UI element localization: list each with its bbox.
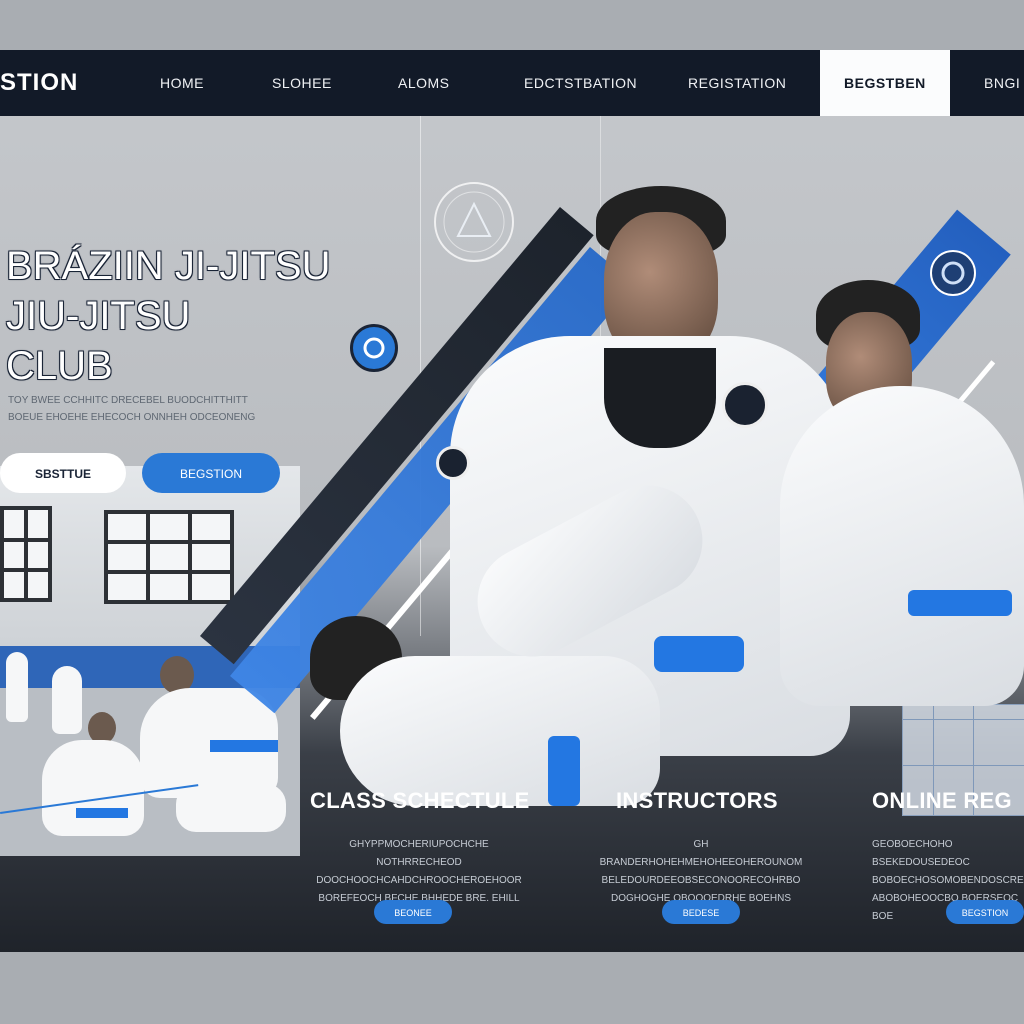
gi-patch-icon	[722, 382, 768, 428]
nav-item-home[interactable]: HOME	[160, 50, 204, 116]
card-class-schedule: CLASS SCHECTULE GHYPPMOCHERIUPOCHCHE NOT…	[306, 788, 546, 952]
card-online-registration: ONLINE REG GEOBOECHOHO BSEKEDOUSEDEOC BO…	[872, 788, 1024, 952]
nav-item-bngi[interactable]: BNGI	[984, 50, 1020, 116]
card-button[interactable]: BEGSTION	[946, 900, 1024, 924]
brand-logo[interactable]: STION	[0, 50, 78, 116]
hero-title-line: BRÁZIIN JI-JITSU	[6, 244, 331, 288]
instructor-belt	[210, 740, 278, 752]
emblem-icon	[434, 182, 514, 262]
hero-title-line: CLUB	[6, 344, 113, 388]
right-athlete-figure	[780, 386, 1024, 706]
card-title: CLASS SCHECTULE	[310, 788, 530, 813]
card-text-line: BELEDOURDEEOBSECONOORECOHRBO	[601, 875, 801, 886]
hero-title: BRÁZIIN JI-JITSU JIU-JITSU CLUB	[6, 241, 406, 391]
card-title: INSTRUCTORS	[616, 788, 778, 813]
hero-subtitle: TOY BWEE CCHHITC DRECEBEL BUODCHITTHITT …	[8, 392, 308, 426]
nav-item-aloms[interactable]: ALOMS	[398, 50, 450, 116]
nav-item-register-active[interactable]: BEGSTBEN	[820, 50, 950, 116]
hero-subtitle-line: TOY BWEE CCHHITC DRECEBEL BUODCHITTHITT	[8, 395, 248, 406]
hero-section: BRÁZIIN JI-JITSU JIU-JITSU CLUB TOY BWEE…	[0, 116, 1024, 856]
card-button[interactable]: BEONEE	[374, 900, 452, 924]
gym-window	[0, 506, 52, 602]
card-text-line: GHYPPMOCHERIUPOCHCHE NOTHRRECHEOD	[349, 839, 489, 868]
hero-subtitle-line: BOEUE EHOEHE EHECOCH ONNHEH ODCEONENG	[8, 412, 256, 423]
card-text-line: BOBOECHOSOMOBENDOSCRESCHEC	[872, 875, 1024, 886]
card-text: GH BRANDERHOHEHMEHOHEEOHEROUNOM BELEDOUR…	[596, 836, 806, 908]
right-athlete-belt	[908, 590, 1012, 616]
gym-window	[104, 510, 234, 604]
athlete-belt	[654, 636, 744, 672]
gi-patch-icon	[436, 446, 470, 480]
background-athlete	[52, 666, 82, 734]
card-title: ONLINE REG	[872, 788, 1012, 813]
card-instructors: INSTRUCTORS GH BRANDERHOHEHMEHOHEEOHEROU…	[590, 788, 820, 952]
card-text: GHYPPMOCHERIUPOCHCHE NOTHRRECHEOD DOOCHO…	[314, 836, 524, 908]
hero-secondary-button[interactable]: SBSTTUE	[0, 453, 126, 493]
nav-item-slohee[interactable]: SLOHEE	[272, 50, 332, 116]
nav-item-education[interactable]: EDCTSTBATION	[524, 50, 637, 116]
hero-title-line: JIU-JITSU	[6, 294, 191, 338]
grounded-athlete-figure	[340, 656, 660, 806]
feature-cards: CLASS SCHECTULE GHYPPMOCHERIUPOCHCHE NOT…	[0, 788, 1024, 952]
gi-patch-icon	[930, 250, 976, 296]
card-text-line: GH BRANDERHOHEHMEHOHEEOHEROUNOM	[599, 839, 803, 868]
card-button[interactable]: BEDESE	[662, 900, 740, 924]
hero-register-button[interactable]: BEGSTION	[142, 453, 280, 493]
card-text-line: DOOCHOOCHCAHDCHROOCHEROEHOOR	[316, 875, 522, 886]
page-frame: STION HOME SLOHEE ALOMS EDCTSTBATION REG…	[0, 50, 1024, 952]
athlete-undershirt	[604, 348, 716, 448]
card-text-line: GEOBOECHOHO BSEKEDOUSEDEOC	[872, 839, 970, 868]
background-athlete	[6, 652, 28, 722]
top-navigation: STION HOME SLOHEE ALOMS EDCTSTBATION REG…	[0, 50, 1024, 116]
nav-item-registration[interactable]: REGISTATION	[688, 50, 786, 116]
